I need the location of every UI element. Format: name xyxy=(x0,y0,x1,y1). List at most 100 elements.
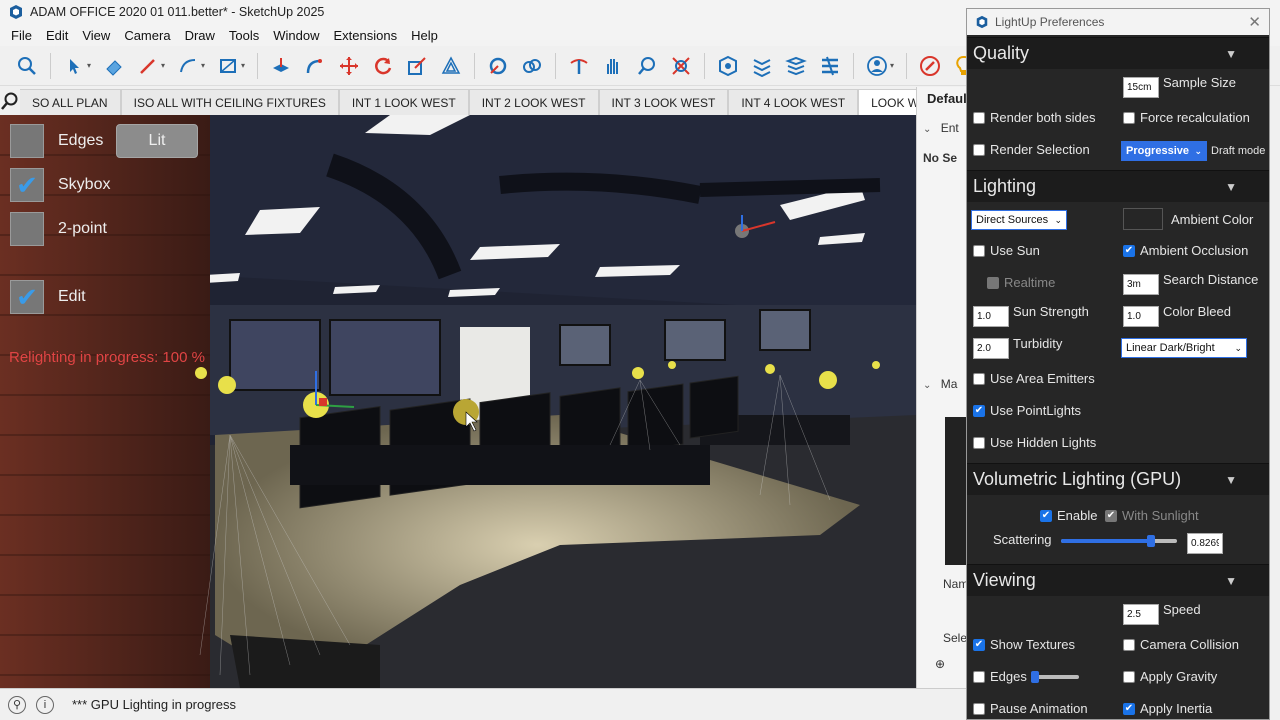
use-pointlights-option[interactable]: ✔ Use PointLights xyxy=(973,403,1081,418)
edges-checkbox[interactable] xyxy=(10,124,44,158)
tab-int-2-look-west[interactable]: INT 2 LOOK WEST xyxy=(468,89,599,115)
realtime-checkbox[interactable] xyxy=(987,276,999,289)
menu-draw[interactable]: Draw xyxy=(178,28,222,43)
offset-icon[interactable] xyxy=(436,51,466,81)
chevron-down-icon[interactable]: ▾ xyxy=(890,61,898,70)
component-icon[interactable] xyxy=(713,51,743,81)
chevron-down-icon[interactable]: ▾ xyxy=(161,61,169,70)
show-textures-checkbox[interactable]: ✔ xyxy=(973,638,985,651)
tab-int-3-look-west[interactable]: INT 3 LOOK WEST xyxy=(598,89,729,115)
menu-view[interactable]: View xyxy=(75,28,117,43)
render-selection-checkbox[interactable] xyxy=(973,143,985,156)
add-icon[interactable]: ⊕ xyxy=(935,657,945,671)
use-hidden-lights-option[interactable]: Use Hidden Lights xyxy=(973,435,1096,450)
stack-icon[interactable] xyxy=(781,51,811,81)
person-icon[interactable] xyxy=(862,51,892,81)
zoom-extents-icon[interactable] xyxy=(666,51,696,81)
skybox-checkbox[interactable]: ✔ xyxy=(10,168,44,202)
target-icon[interactable] xyxy=(915,51,945,81)
use-hidden-lights-checkbox[interactable] xyxy=(973,436,985,449)
chevron-down-icon[interactable]: ▾ xyxy=(201,61,209,70)
camera-collision-checkbox[interactable] xyxy=(1123,638,1135,651)
edges-option[interactable]: Edges xyxy=(973,669,1027,684)
menu-edit[interactable]: Edit xyxy=(39,28,75,43)
chevron-down-icon[interactable]: ▾ xyxy=(87,61,95,70)
arc-icon[interactable] xyxy=(173,51,203,81)
speed-input[interactable] xyxy=(1123,604,1159,625)
follow-me-icon[interactable] xyxy=(300,51,330,81)
use-pointlights-checkbox[interactable]: ✔ xyxy=(973,404,985,417)
edges-slider-thumb[interactable] xyxy=(1031,671,1039,683)
3d-viewport[interactable]: Edges Lit ✔ Skybox 2-point ✔ Edit Religh… xyxy=(0,115,916,688)
realtime-option[interactable]: Realtime xyxy=(987,275,1055,290)
apply-gravity-checkbox[interactable] xyxy=(1123,670,1135,683)
quality-header[interactable]: Quality ▼ xyxy=(967,37,1269,69)
tone-mapping-select[interactable]: Linear Dark/Bright ⌄ xyxy=(1121,338,1247,358)
close-icon[interactable]: ✕ xyxy=(1248,13,1261,31)
twopoint-toggle[interactable]: 2-point xyxy=(10,212,107,246)
scale-icon[interactable] xyxy=(402,51,432,81)
menu-camera[interactable]: Camera xyxy=(117,28,177,43)
geo-location-icon[interactable]: ⚲ xyxy=(8,695,26,714)
render-both-sides-option[interactable]: Render both sides xyxy=(973,110,1096,125)
render-mode-select[interactable]: Progressive ⌄ xyxy=(1121,141,1207,161)
force-recalc-checkbox[interactable] xyxy=(1123,111,1135,124)
select-tab[interactable]: Sele xyxy=(943,631,967,645)
twopoint-checkbox[interactable] xyxy=(10,212,44,246)
tab-int-1-look-west[interactable]: INT 1 LOOK WEST xyxy=(338,89,469,115)
info-icon[interactable]: i xyxy=(36,695,54,714)
tab-int-4-look-west[interactable]: INT 4 LOOK WEST xyxy=(728,89,859,115)
show-textures-option[interactable]: ✔ Show Textures xyxy=(973,637,1075,652)
entity-info-header[interactable]: ⌄ Ent xyxy=(923,121,959,135)
use-sun-option[interactable]: Use Sun xyxy=(973,243,1040,258)
chevron-down-icon[interactable]: ▾ xyxy=(241,61,249,70)
apply-inertia-option[interactable]: ✔ Apply Inertia xyxy=(1123,701,1212,716)
force-recalc-option[interactable]: Force recalculation xyxy=(1123,110,1250,125)
hand-icon[interactable] xyxy=(598,51,628,81)
scattering-slider-thumb[interactable] xyxy=(1147,535,1155,547)
edges-checkbox[interactable] xyxy=(973,670,985,683)
color-bleed-input[interactable] xyxy=(1123,306,1159,327)
layers-icon[interactable] xyxy=(747,51,777,81)
use-area-emitters-checkbox[interactable] xyxy=(973,372,985,385)
lit-button[interactable]: Lit xyxy=(116,124,198,158)
with-sunlight-option[interactable]: ✔ With Sunlight xyxy=(1105,508,1199,523)
use-sun-checkbox[interactable] xyxy=(973,244,985,257)
light-source-select[interactable]: Direct Sources ⌄ xyxy=(971,210,1067,230)
volumetric-enable-option[interactable]: ✔ Enable xyxy=(1040,508,1097,523)
edit-toggle[interactable]: ✔ Edit xyxy=(10,280,86,314)
apply-gravity-option[interactable]: Apply Gravity xyxy=(1123,669,1217,684)
apply-inertia-checkbox[interactable]: ✔ xyxy=(1123,702,1135,715)
turbidity-input[interactable] xyxy=(973,338,1009,359)
ambient-occlusion-checkbox[interactable]: ✔ xyxy=(1123,244,1135,257)
search-icon[interactable] xyxy=(12,51,42,81)
eraser-icon[interactable] xyxy=(99,51,129,81)
materials-header[interactable]: ⌄ Ma xyxy=(923,377,957,391)
use-area-emitters-option[interactable]: Use Area Emitters xyxy=(973,371,1095,386)
tab-so-all-plan[interactable]: SO ALL PLAN xyxy=(20,89,121,115)
menu-extensions[interactable]: Extensions xyxy=(327,28,405,43)
lighting-header[interactable]: Lighting ▼ xyxy=(967,170,1269,202)
menu-tools[interactable]: Tools xyxy=(222,28,266,43)
camera-collision-option[interactable]: Camera Collision xyxy=(1123,637,1239,652)
rotate-icon[interactable] xyxy=(368,51,398,81)
sun-strength-input[interactable] xyxy=(973,306,1009,327)
scattering-input[interactable] xyxy=(1187,533,1223,554)
menu-file[interactable]: File xyxy=(4,28,39,43)
tape-icon[interactable] xyxy=(483,51,513,81)
pause-animation-option[interactable]: Pause Animation xyxy=(973,701,1088,716)
menu-help[interactable]: Help xyxy=(404,28,445,43)
search-icon[interactable] xyxy=(0,87,20,115)
search-distance-input[interactable] xyxy=(1123,274,1159,295)
skybox-toggle[interactable]: ✔ Skybox xyxy=(10,168,110,202)
push-pull-icon[interactable] xyxy=(266,51,296,81)
select-icon[interactable] xyxy=(59,51,89,81)
viewing-header[interactable]: Viewing ▼ xyxy=(967,564,1269,596)
sample-size-input[interactable] xyxy=(1123,77,1159,98)
ambient-color-swatch[interactable] xyxy=(1123,208,1163,230)
move-icon[interactable] xyxy=(334,51,364,81)
settings-icon[interactable] xyxy=(815,51,845,81)
paint-icon[interactable] xyxy=(517,51,547,81)
tab-iso-all-ceiling[interactable]: ISO ALL WITH CEILING FIXTURES xyxy=(120,89,339,115)
edges-toggle[interactable]: Edges xyxy=(10,124,103,158)
